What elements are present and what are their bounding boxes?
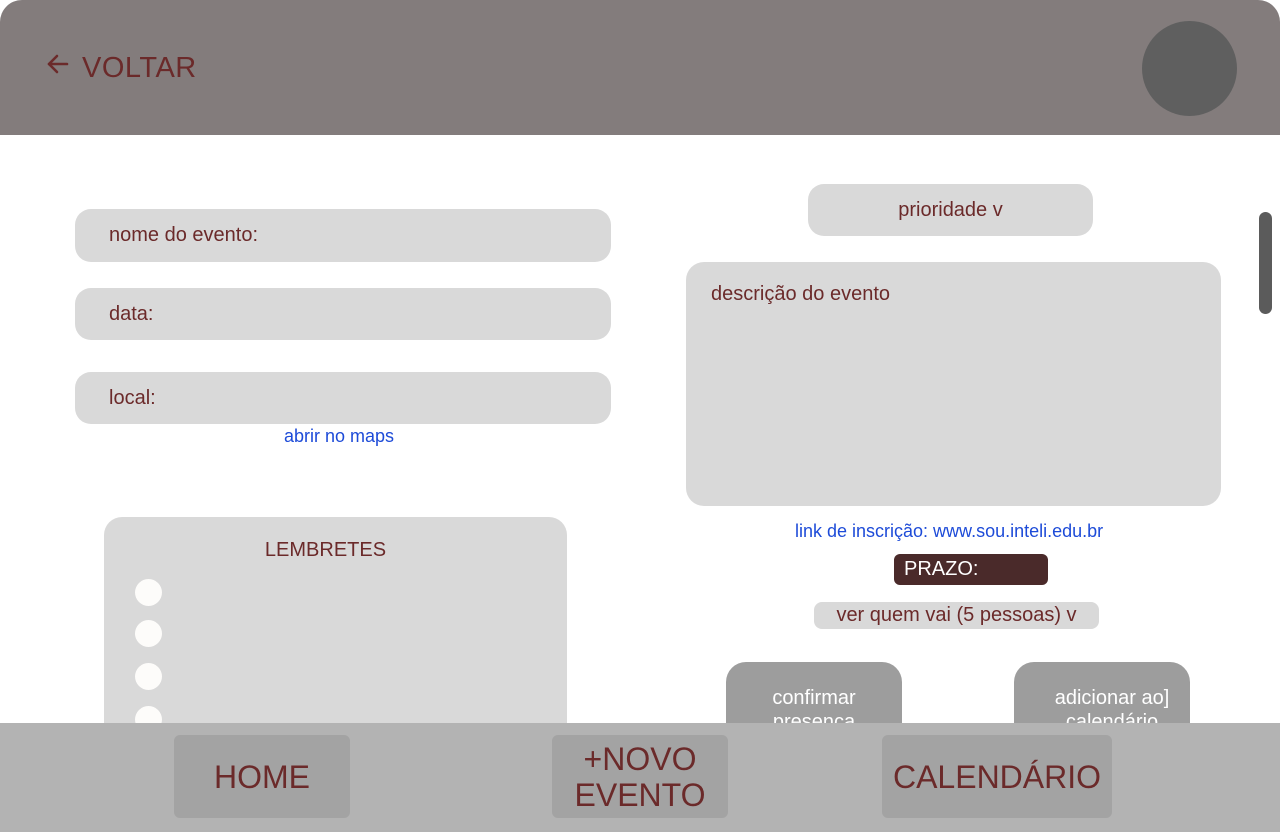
priority-label: prioridade v [898,198,1003,221]
nav-new-event-label: +NOVO EVENTO [574,740,706,813]
bottom-nav: HOME +NOVO EVENTO CALENDÁRIO [0,723,1280,832]
event-description-field[interactable]: descrição do evento [686,262,1221,506]
nav-home-label: HOME [214,758,310,795]
event-date-field[interactable]: data: [75,288,611,340]
reminder-checkbox[interactable] [135,579,162,606]
attendees-label: ver quem vai (5 pessoas) v [836,604,1077,626]
attendees-dropdown[interactable]: ver quem vai (5 pessoas) v [814,602,1099,629]
back-button[interactable]: VOLTAR [44,50,197,86]
top-header: VOLTAR [0,0,1280,135]
arrow-left-icon [44,50,72,86]
priority-dropdown[interactable]: prioridade v [808,184,1093,236]
deadline-label: PRAZO: [904,558,979,580]
scrollbar-thumb[interactable] [1259,212,1272,314]
deadline-badge: PRAZO: [894,554,1048,585]
event-date-label: data: [109,302,154,325]
nav-new-event-button[interactable]: +NOVO EVENTO [552,735,728,818]
event-name-label: nome do evento: [109,224,258,246]
signup-link[interactable]: link de inscrição: www.sou.inteli.edu.br [795,521,1103,542]
event-location-field[interactable]: local: [75,372,611,424]
reminder-checkbox[interactable] [135,620,162,647]
reminders-panel: LEMBRETES [104,517,567,757]
avatar[interactable] [1142,21,1237,116]
event-name-field[interactable]: nome do evento: [75,209,611,262]
event-location-label: local: [109,386,156,409]
open-maps-link[interactable]: abrir no maps [284,426,394,447]
reminders-title: LEMBRETES [264,539,387,561]
nav-calendar-button[interactable]: CALENDÁRIO [882,735,1112,818]
event-description-placeholder: descrição do evento [711,283,891,305]
reminder-checkbox[interactable] [135,663,162,690]
back-label: VOLTAR [82,51,197,84]
nav-calendar-label: CALENDÁRIO [892,758,1102,795]
nav-home-button[interactable]: HOME [174,735,350,818]
